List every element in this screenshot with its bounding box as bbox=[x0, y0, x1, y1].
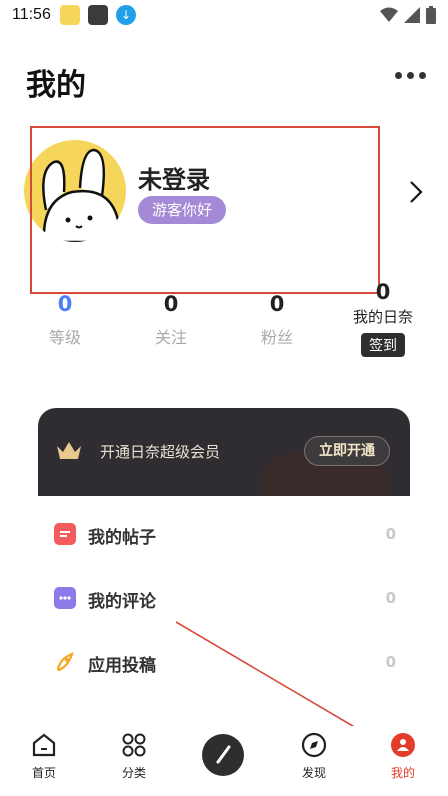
menu-count: 0 bbox=[385, 589, 396, 607]
stat-level[interactable]: 0 等级 bbox=[25, 292, 105, 348]
nickname: 未登录 bbox=[138, 166, 210, 194]
status-bar: 11:56 ↓ bbox=[0, 0, 448, 32]
vip-text: 开通日奈超级会员 bbox=[100, 443, 221, 461]
grid-icon bbox=[122, 733, 146, 757]
bunny-avatar-icon bbox=[42, 148, 122, 242]
checkin-panel: 0 我的日奈 签到 bbox=[346, 280, 420, 357]
vip-card[interactable]: 开通日奈超级会员 立即开通 bbox=[38, 408, 410, 496]
signal-icon bbox=[404, 7, 420, 23]
system-icons bbox=[380, 6, 436, 24]
compass-icon bbox=[301, 732, 327, 758]
nav-label: 发现 bbox=[301, 766, 326, 780]
battery-icon bbox=[426, 6, 436, 24]
menu-item-comments[interactable]: 我的评论 0 bbox=[54, 583, 400, 613]
notification-app-icon bbox=[88, 5, 108, 25]
checkin-button[interactable]: 签到 bbox=[361, 333, 405, 357]
stat-label: 关注 bbox=[154, 328, 187, 347]
checkin-label: 我的日奈 bbox=[352, 308, 413, 326]
dot-icon bbox=[407, 72, 414, 79]
dot-icon bbox=[395, 72, 402, 79]
checkin-count: 0 bbox=[375, 280, 391, 304]
stat-value: 0 bbox=[57, 292, 73, 316]
stat-value: 0 bbox=[269, 292, 285, 316]
menu-item-submit[interactable]: 应用投稿 0 bbox=[54, 647, 400, 677]
nav-category[interactable]: 分类 bbox=[104, 732, 164, 781]
menu-item-posts[interactable]: 我的帖子 0 bbox=[54, 519, 400, 549]
guest-badge: 游客你好 bbox=[138, 196, 227, 224]
posts-icon bbox=[54, 523, 76, 545]
status-time: 11:56 bbox=[12, 6, 51, 23]
pen-icon bbox=[216, 745, 231, 764]
nav-discover[interactable]: 发现 bbox=[284, 732, 344, 781]
menu-label: 我的帖子 bbox=[88, 528, 156, 548]
vip-open-button[interactable]: 立即开通 bbox=[304, 436, 390, 466]
bottom-nav: 首页 分类 发现 我的 bbox=[0, 726, 448, 796]
nav-label: 分类 bbox=[121, 766, 146, 780]
nav-home[interactable]: 首页 bbox=[14, 732, 74, 781]
nav-label: 我的 bbox=[390, 766, 415, 780]
avatar[interactable] bbox=[24, 140, 126, 242]
chevron-right-icon[interactable] bbox=[408, 180, 424, 204]
stat-label: 等级 bbox=[48, 328, 81, 347]
compose-button[interactable] bbox=[202, 734, 244, 776]
menu-count: 0 bbox=[385, 653, 396, 671]
profile-card[interactable]: 未登录 游客你好 bbox=[24, 140, 424, 290]
crown-icon bbox=[57, 442, 81, 459]
download-icon: ↓ bbox=[116, 5, 136, 25]
profile-icon bbox=[391, 733, 415, 757]
stat-value: 0 bbox=[163, 292, 179, 316]
rocket-icon bbox=[54, 651, 76, 673]
dot-icon bbox=[419, 72, 426, 79]
page-title: 我的 bbox=[26, 68, 86, 103]
menu-label: 我的评论 bbox=[88, 592, 156, 612]
stat-followers[interactable]: 0 粉丝 bbox=[237, 292, 317, 348]
nav-mine[interactable]: 我的 bbox=[373, 732, 433, 781]
home-icon bbox=[32, 733, 56, 757]
stat-label: 粉丝 bbox=[260, 328, 293, 347]
menu-count: 0 bbox=[385, 525, 396, 543]
nav-label: 首页 bbox=[31, 766, 56, 780]
notification-app-icon bbox=[60, 5, 80, 25]
menu-label: 应用投稿 bbox=[88, 656, 156, 676]
more-options-button[interactable] bbox=[395, 72, 426, 79]
wifi-icon bbox=[380, 7, 398, 22]
comment-icon bbox=[54, 587, 76, 609]
stat-following[interactable]: 0 关注 bbox=[131, 292, 211, 348]
